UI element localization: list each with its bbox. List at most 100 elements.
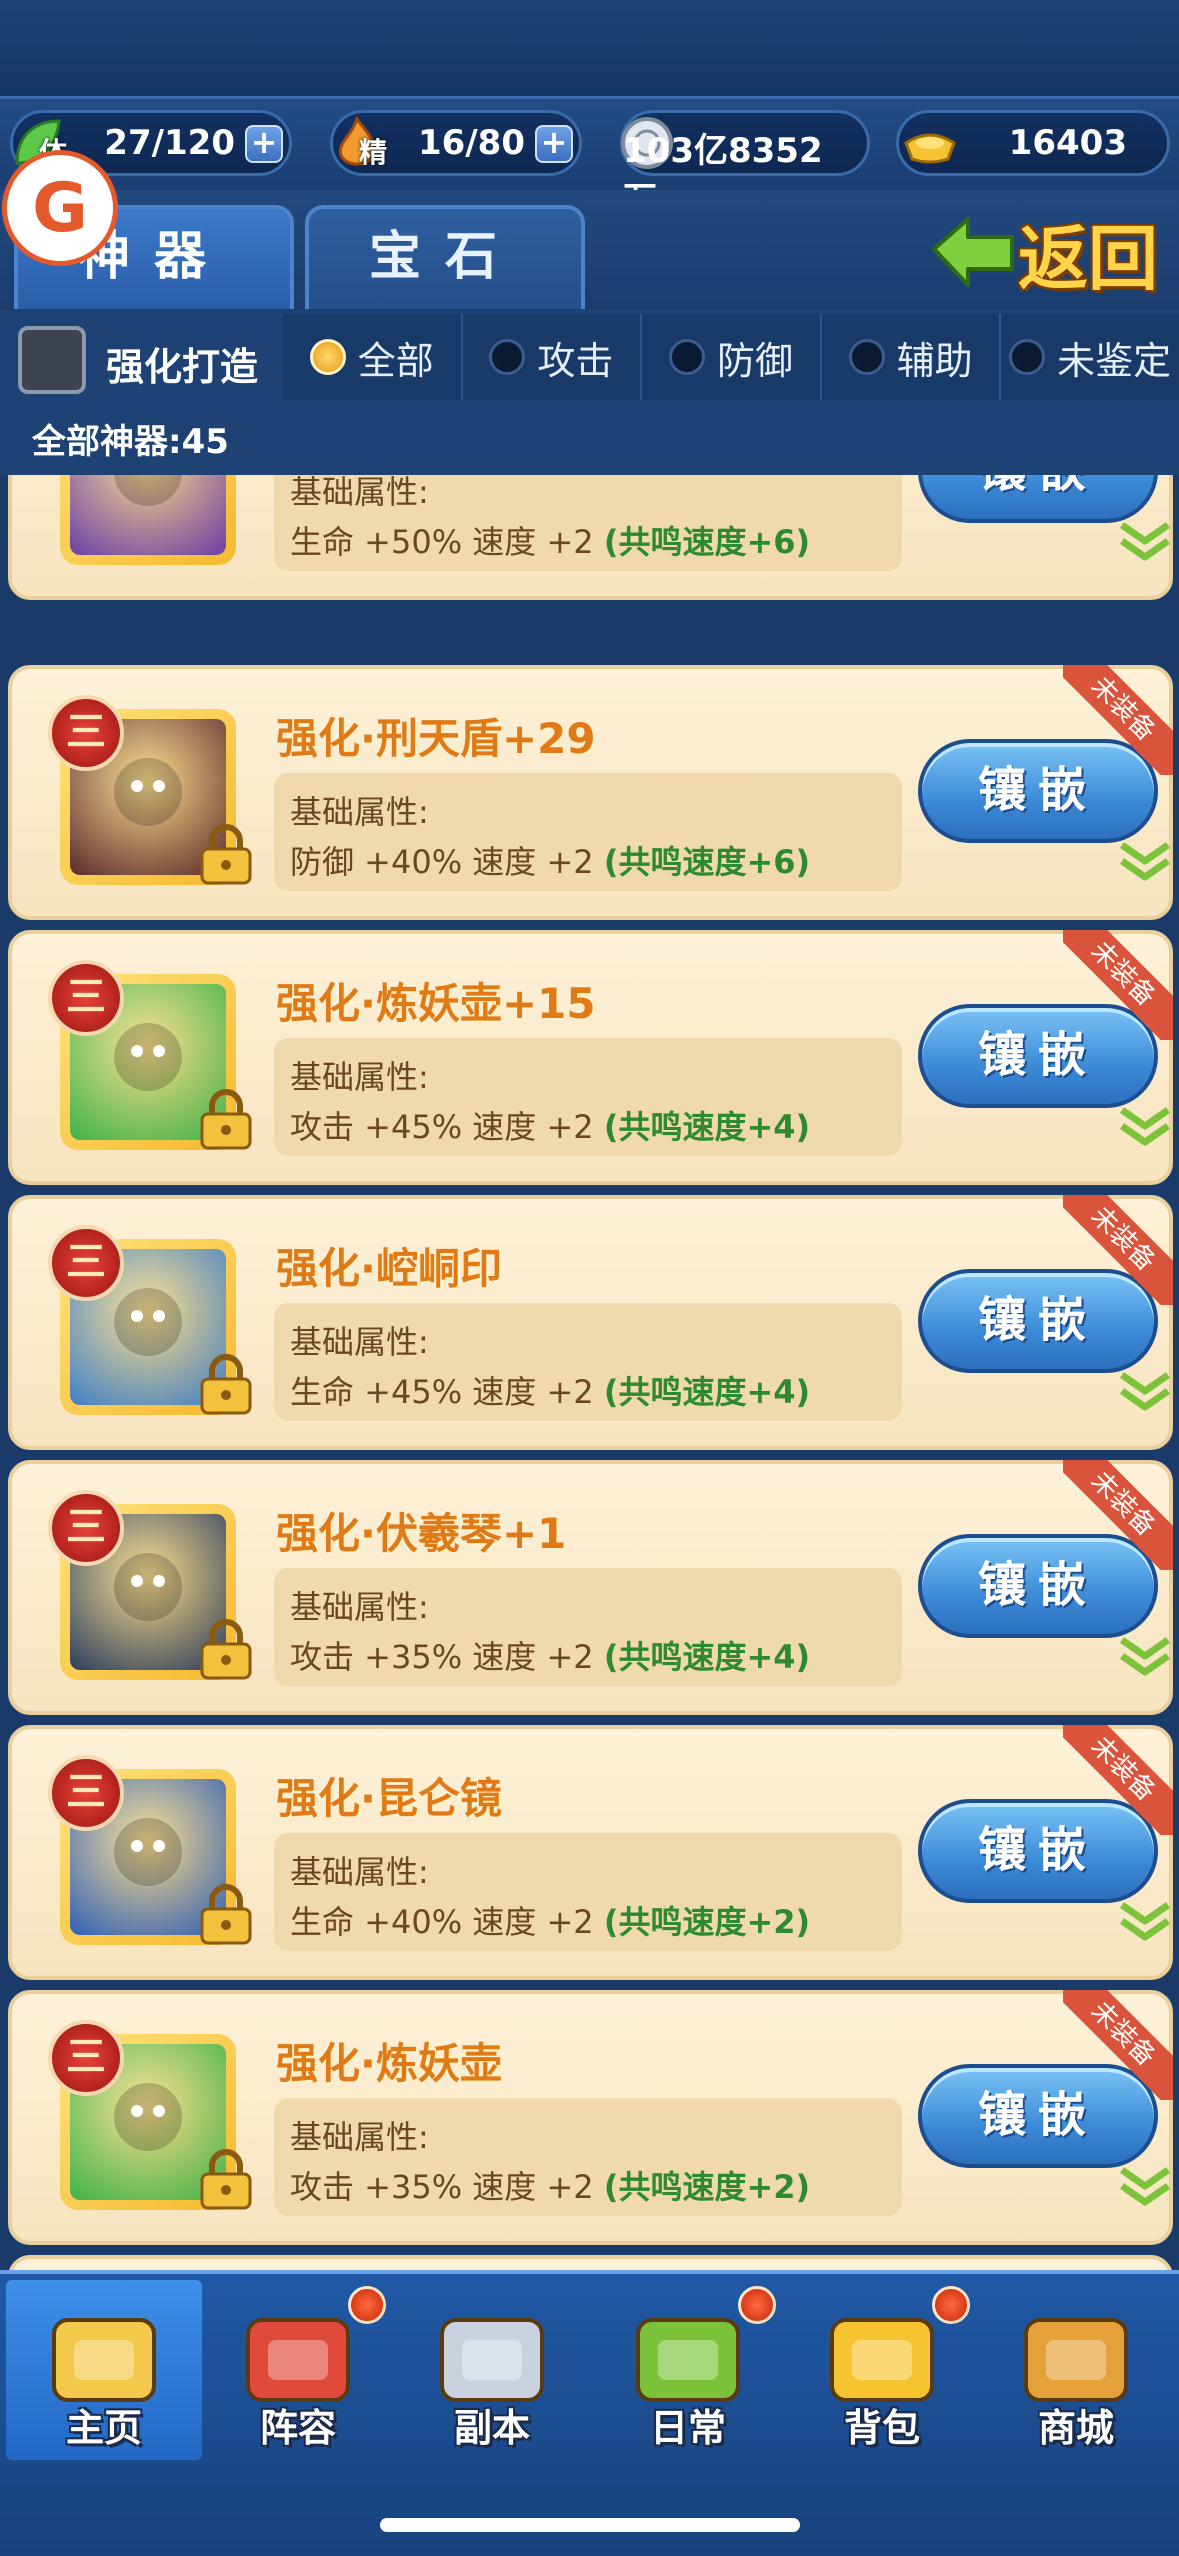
ribbon-label: 未装备 xyxy=(1063,1725,1173,1835)
radio-icon xyxy=(1009,339,1046,375)
forge-checkbox[interactable] xyxy=(18,326,86,394)
artifact-list[interactable]: 三 强化·女娲石+29 基础属性: 生命 +50% 速度 +2 (共鸣速度+6)… xyxy=(0,475,1179,2275)
attribute-line: 攻击 +35% 速度 +2 (共鸣速度+2) xyxy=(290,2162,810,2208)
attribute-box: 基础属性: 生命 +45% 速度 +2 (共鸣速度+4) xyxy=(274,1303,1170,1421)
radio-icon xyxy=(489,339,526,375)
chevron-down-icon[interactable] xyxy=(1116,519,1174,563)
tab-gem[interactable]: 宝石 xyxy=(305,205,585,309)
filter-label: 防御 xyxy=(716,338,793,383)
notification-dot xyxy=(348,2286,386,2324)
attribute-value: 攻击 +35% 速度 +2 xyxy=(290,1638,604,1676)
rank-badge: 三 xyxy=(48,1755,124,1831)
spirit-resource[interactable]: 精 16/80 + xyxy=(330,110,582,176)
unequipped-ribbon: 未装备 xyxy=(1063,1460,1173,1570)
chevron-down-icon[interactable] xyxy=(1116,1104,1174,1148)
nav-label: 背包 xyxy=(843,2406,920,2450)
nav-palace[interactable]: 主页 xyxy=(6,2280,202,2460)
chevron-down-icon[interactable] xyxy=(1116,1899,1174,1943)
radio-icon xyxy=(309,339,346,375)
resonance-value: (共鸣速度+2) xyxy=(603,2168,811,2206)
chevron-down-icon[interactable] xyxy=(1116,2164,1174,2208)
artifact-card[interactable]: 三 强化·炼妖壶 基础属性: 攻击 +35% 速度 +2 (共鸣速度+2) 镶嵌… xyxy=(8,1990,1173,2245)
nav-label: 商城 xyxy=(1037,2406,1114,2450)
nav-coin-shop[interactable]: 商城 xyxy=(978,2280,1174,2460)
attribute-line: 生命 +40% 速度 +2 (共鸣速度+2) xyxy=(290,1897,810,1943)
filter-options: 全部 攻击 防御 辅助 未鉴定 xyxy=(283,314,1179,400)
filter-label: 辅助 xyxy=(896,338,973,383)
attribute-title: 基础属性: xyxy=(290,2118,429,2156)
attribute-title: 基础属性: xyxy=(290,475,429,511)
artifact-card[interactable]: 三 强化·崆峒印 基础属性: 生命 +45% 速度 +2 (共鸣速度+4) 镶嵌… xyxy=(8,1195,1173,1450)
nav-spear[interactable]: 副本 xyxy=(394,2280,590,2460)
attribute-line: 攻击 +45% 速度 +2 (共鸣速度+4) xyxy=(290,1102,810,1148)
artifact-card[interactable]: 三 强化·女娲石+29 基础属性: 生命 +50% 速度 +2 (共鸣速度+6)… xyxy=(8,475,1173,600)
chevron-down-icon[interactable] xyxy=(1116,1369,1174,1413)
lock-icon xyxy=(200,2149,252,2210)
ribbon-label: 未装备 xyxy=(1063,1195,1173,1305)
attribute-box: 基础属性: 生命 +40% 速度 +2 (共鸣速度+2) xyxy=(274,1833,1170,1951)
filter-all[interactable]: 全部 xyxy=(283,314,461,400)
unequipped-ribbon: 未装备 xyxy=(1063,1195,1173,1305)
chevron-down-icon[interactable] xyxy=(1116,839,1174,883)
attribute-title: 基础属性: xyxy=(290,1853,429,1891)
chevron-down-icon[interactable] xyxy=(1116,1634,1174,1678)
resonance-value: (共鸣速度+4) xyxy=(603,1108,811,1146)
stamina-value: 27/120 xyxy=(104,123,235,163)
attribute-value: 攻击 +45% 速度 +2 xyxy=(290,1108,604,1146)
ribbon-label: 未装备 xyxy=(1063,930,1173,1040)
rank-badge: 三 xyxy=(48,1490,124,1566)
attribute-value: 生命 +45% 速度 +2 xyxy=(290,1373,604,1411)
add-spirit-button[interactable]: + xyxy=(535,125,573,163)
artifact-card[interactable]: 三 强化·刑天盾+29 基础属性: 防御 +40% 速度 +2 (共鸣速度+6)… xyxy=(8,665,1173,920)
artifact-card[interactable]: 三 强化·炼妖壶+15 基础属性: 攻击 +45% 速度 +2 (共鸣速度+4)… xyxy=(8,930,1173,1185)
artifact-name: 强化·刑天盾+29 xyxy=(276,714,596,763)
filter-support[interactable]: 辅助 xyxy=(819,314,1000,400)
artifact-card[interactable]: 三 强化·昆仑镜 基础属性: 生命 +40% 速度 +2 (共鸣速度+2) 镶嵌… xyxy=(8,1725,1173,1980)
filter-unidentified[interactable]: 未鉴定 xyxy=(999,314,1179,400)
unequipped-ribbon: 未装备 xyxy=(1063,930,1173,1040)
lock-icon xyxy=(200,1884,252,1945)
artifact-count: 全部神器:45 xyxy=(32,422,229,462)
artifact-name: 强化·炼妖壶 xyxy=(276,2039,502,2088)
logo-g-icon: G xyxy=(32,168,88,248)
back-label: 返回 xyxy=(1018,217,1158,300)
attribute-value: 攻击 +35% 速度 +2 xyxy=(290,2168,604,2206)
artifact-card[interactable]: 三 强化·伏羲琴+1 基础属性: 攻击 +35% 速度 +2 (共鸣速度+4) … xyxy=(8,1460,1173,1715)
artifact-icon-frame[interactable] xyxy=(60,475,236,565)
gold-value: 16403 xyxy=(1008,123,1127,163)
ribbon-label: 未装备 xyxy=(1063,665,1173,775)
resonance-value: (共鸣速度+4) xyxy=(603,1638,811,1676)
attribute-title: 基础属性: xyxy=(290,1588,429,1626)
back-button[interactable]: 返回 xyxy=(928,206,1168,300)
resonance-value: (共鸣速度+6) xyxy=(603,523,811,561)
forge-label: 强化打造 xyxy=(106,345,259,389)
artifact-name: 强化·炼妖壶+15 xyxy=(276,979,596,1028)
nav-label: 阵容 xyxy=(259,2406,336,2450)
gold-ingot-icon xyxy=(904,133,956,164)
artifact-name: 强化·昆仑镜 xyxy=(276,1774,502,1823)
spirit-value: 16/80 xyxy=(417,123,525,163)
nav-banner[interactable]: 阵容 xyxy=(200,2280,396,2460)
embed-button[interactable]: 镶嵌 xyxy=(918,475,1158,523)
nav-scroll[interactable]: 日常 xyxy=(590,2280,786,2460)
back-arrow-icon xyxy=(932,217,1014,287)
silver-resource: 103亿8352万 xyxy=(620,110,870,220)
attribute-line: 生命 +45% 速度 +2 (共鸣速度+4) xyxy=(290,1367,810,1413)
ribbon-label: 未装备 xyxy=(1063,1990,1173,2100)
add-stamina-button[interactable]: + xyxy=(245,125,283,163)
attribute-box: 基础属性: 生命 +50% 速度 +2 (共鸣速度+6) xyxy=(274,475,1170,571)
attribute-line: 防御 +40% 速度 +2 (共鸣速度+6) xyxy=(290,837,810,883)
filter-defense[interactable]: 防御 xyxy=(640,314,820,400)
nav-bag[interactable]: 背包 xyxy=(784,2280,980,2460)
attribute-box: 基础属性: 攻击 +35% 速度 +2 (共鸣速度+2) xyxy=(274,2098,1170,2216)
filter-label: 未鉴定 xyxy=(1057,338,1172,383)
lock-icon xyxy=(200,1619,252,1680)
unequipped-ribbon: 未装备 xyxy=(1063,1990,1173,2100)
resonance-value: (共鸣速度+6) xyxy=(603,843,811,881)
artifact-name: 强化·崆峒印 xyxy=(276,1244,502,1293)
app-logo: G xyxy=(2,150,118,266)
attribute-value: 生命 +40% 速度 +2 xyxy=(290,1903,604,1941)
filter-attack[interactable]: 攻击 xyxy=(460,314,641,400)
nav-label: 副本 xyxy=(453,2406,530,2450)
filter-label: 攻击 xyxy=(537,338,614,383)
